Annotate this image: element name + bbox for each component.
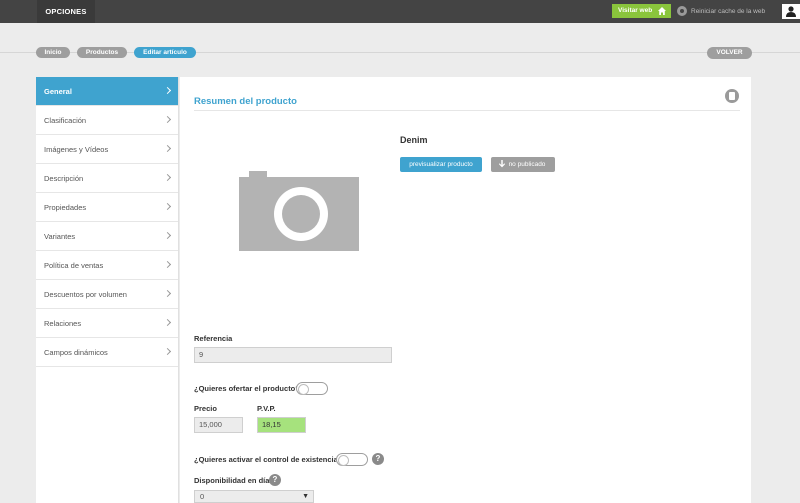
delete-icon[interactable]: [725, 89, 739, 103]
breadcrumb-products[interactable]: Productos: [77, 47, 127, 58]
chevron-right-icon: [163, 347, 172, 356]
chevron-right-icon: [163, 173, 172, 182]
user-menu-button[interactable]: [782, 4, 800, 19]
sidebar-item-variants[interactable]: Variantes: [36, 222, 178, 251]
price-field[interactable]: 15,000: [194, 417, 243, 433]
chevron-right-icon: [163, 115, 172, 124]
preview-product-button[interactable]: previsualizar producto: [400, 157, 482, 172]
user-icon: [786, 6, 796, 17]
reference-field[interactable]: 9: [194, 347, 392, 363]
sidebar-item-sales-policy[interactable]: Política de ventas: [36, 251, 178, 280]
section-divider: [194, 110, 740, 111]
chevron-right-icon: [163, 318, 172, 327]
pvp-field[interactable]: 18,15: [257, 417, 306, 433]
breadcrumb-home[interactable]: Inicio: [36, 47, 70, 58]
sidebar-item-general[interactable]: General: [36, 77, 178, 106]
sidebar-item-label: Campos dinámicos: [44, 348, 108, 357]
sidebar-item-description[interactable]: Descripción: [36, 164, 178, 193]
back-button[interactable]: VOLVER: [707, 47, 752, 59]
offer-question-label: ¿Quieres ofertar el producto?: [194, 384, 300, 393]
sidebar-item-label: Imágenes y Vídeos: [44, 145, 109, 154]
options-menu[interactable]: OPCIONES: [37, 0, 95, 23]
reset-cache-label: Reiniciar cache de la web: [691, 8, 766, 15]
offer-toggle[interactable]: [296, 382, 328, 395]
availability-value: 0: [200, 492, 205, 501]
availability-select[interactable]: 0 ▼: [194, 490, 314, 503]
sidebar-item-label: Variantes: [44, 232, 76, 241]
arrow-down-icon: [499, 160, 505, 168]
chevron-right-icon: [163, 289, 172, 298]
top-bar: OPCIONES Visitar web Reiniciar cache de …: [0, 0, 800, 23]
sidebar-item-label: General: [44, 87, 72, 96]
price-label: Precio: [194, 404, 217, 413]
chevron-right-icon: [163, 231, 172, 240]
sidebar-item-label: Descuentos por volumen: [44, 290, 127, 299]
sidebar: General Clasificación Imágenes y Vídeos …: [36, 77, 179, 503]
availability-label: Disponibilidad en días: [194, 476, 274, 485]
sidebar-item-label: Relaciones: [44, 319, 82, 328]
visit-web-label: Visitar web: [618, 7, 653, 14]
help-icon[interactable]: ?: [269, 474, 281, 486]
unpublished-button[interactable]: no publicado: [491, 157, 555, 172]
reference-label: Referencia: [194, 334, 233, 343]
sidebar-item-properties[interactable]: Propiedades: [36, 193, 178, 222]
sidebar-item-volume-discounts[interactable]: Descuentos por volumen: [36, 280, 178, 309]
visit-web-button[interactable]: Visitar web: [612, 4, 671, 18]
camera-placeholder-icon[interactable]: [239, 171, 359, 251]
home-icon: [658, 7, 666, 15]
pvp-label: P.V.P.: [257, 404, 276, 413]
sidebar-item-label: Propiedades: [44, 203, 87, 212]
breadcrumb-edit-article[interactable]: Editar artículo: [134, 47, 196, 58]
chevron-right-icon: [163, 202, 172, 211]
chevron-right-icon: [163, 86, 172, 95]
sidebar-item-dynamic-fields[interactable]: Campos dinámicos: [36, 338, 178, 367]
refresh-icon: [677, 6, 687, 16]
sidebar-item-images-videos[interactable]: Imágenes y Vídeos: [36, 135, 178, 164]
stock-control-toggle[interactable]: [336, 453, 368, 466]
stock-control-question-label: ¿Quieres activar el control de existenci…: [194, 455, 347, 464]
sidebar-item-relations[interactable]: Relaciones: [36, 309, 178, 338]
unpublished-label: no publicado: [508, 161, 546, 168]
reset-cache-link[interactable]: Reiniciar cache de la web: [677, 6, 765, 17]
chevron-right-icon: [163, 144, 172, 153]
sidebar-item-label: Política de ventas: [44, 261, 104, 270]
chevron-right-icon: [163, 260, 172, 269]
sidebar-item-label: Clasificación: [44, 116, 87, 125]
dropdown-arrow-icon: ▼: [302, 493, 309, 500]
product-name: Denim: [400, 135, 428, 145]
sidebar-item-label: Descripción: [44, 174, 84, 183]
sidebar-item-classification[interactable]: Clasificación: [36, 106, 178, 135]
help-icon[interactable]: ?: [372, 453, 384, 465]
main-panel: Resumen del producto Denim previsualizar…: [180, 77, 751, 503]
section-title: Resumen del producto: [194, 96, 297, 107]
